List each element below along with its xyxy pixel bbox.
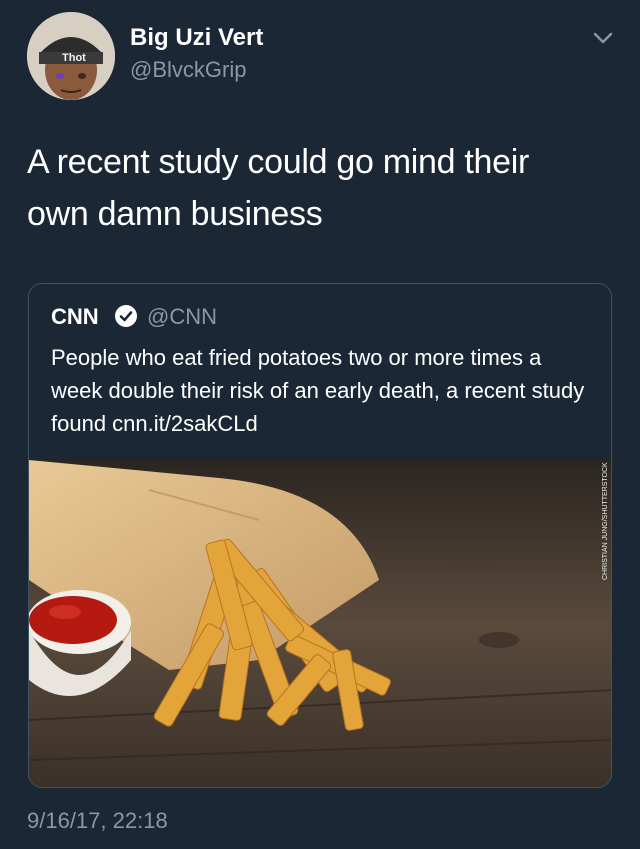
quoted-tweet-header: CNN @CNN People who eat fried potatoes t… <box>29 284 611 460</box>
tweet-timestamp[interactable]: 9/16/17, 22:18 <box>27 808 168 834</box>
avatar-label: Thot <box>62 52 86 64</box>
image-credit: CHRISTIAN JUNG/SHUTTERSTOCK <box>602 462 609 580</box>
quoted-tweet-text: People who eat fried potatoes two or mor… <box>51 345 585 436</box>
quoted-author-handle: @CNN <box>147 304 217 329</box>
author-handle[interactable]: @BlvckGrip <box>130 57 246 83</box>
quoted-tweet-image[interactable]: CHRISTIAN JUNG/SHUTTERSTOCK <box>29 460 612 788</box>
quoted-tweet-card[interactable]: CNN @CNN People who eat fried potatoes t… <box>28 283 612 788</box>
quoted-author-name: CNN <box>51 304 99 329</box>
author-name[interactable]: Big Uzi Vert <box>130 24 263 52</box>
verified-badge-icon <box>115 305 137 327</box>
chevron-down-icon[interactable] <box>592 30 614 46</box>
tweet-text: A recent study could go mind their own d… <box>27 143 529 233</box>
